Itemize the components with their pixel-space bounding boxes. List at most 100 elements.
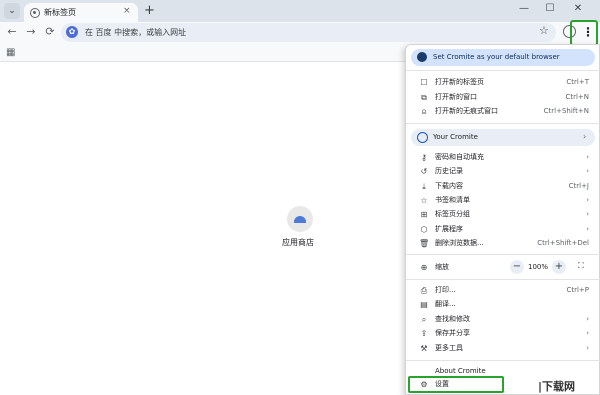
chevron-right-icon: › xyxy=(583,132,587,141)
web-store-icon[interactable] xyxy=(287,206,313,232)
close-icon[interactable]: × xyxy=(123,6,131,16)
zoom-out-button[interactable]: − xyxy=(510,260,524,274)
tab-search-button[interactable]: ⌄ xyxy=(4,3,20,19)
maximize-button[interactable]: ☐ xyxy=(540,3,560,14)
avatar-icon xyxy=(417,132,428,143)
menu-item-shortcut: Ctrl+J xyxy=(568,182,589,190)
divider xyxy=(406,70,600,71)
menu-item-translate[interactable]: ▤ 翻译... xyxy=(406,298,600,311)
menu-item-label: 翻译... xyxy=(435,300,456,308)
your-cromite-label: Your Cromite xyxy=(433,133,478,141)
chevron-right-icon: › xyxy=(586,167,589,175)
trash-icon: 🗑 xyxy=(419,239,430,248)
menu-item-label: 查找和修改 xyxy=(435,315,470,323)
find-icon: ⌕ xyxy=(421,315,427,324)
search-engine-icon: ✿ xyxy=(66,26,78,38)
menu-item-zoom: ⊕ 缩放 xyxy=(406,261,600,274)
menu-item-clear-data[interactable]: 🗑 删除浏览数据... Ctrl+Shift+Del xyxy=(406,237,600,250)
menu-item-label: 密码和自动填充 xyxy=(435,153,484,161)
browser-icon xyxy=(417,52,427,62)
minimize-button[interactable]: — xyxy=(514,3,534,14)
divider xyxy=(406,360,600,361)
menu-item-label: 扩展程序 xyxy=(435,225,463,233)
new-window-icon: ⧉ xyxy=(421,93,427,102)
omnibox[interactable]: ✿ 在 百度 中搜索，或输入网址 ☆ xyxy=(61,23,556,42)
chevron-right-icon: › xyxy=(586,329,589,337)
menu-item-downloads[interactable]: ⤓ 下载内容 Ctrl+J xyxy=(406,180,600,193)
window-close-button[interactable]: ✕ xyxy=(568,3,588,14)
menu-item-label: 更多工具 xyxy=(435,344,463,352)
chevron-right-icon: › xyxy=(586,315,589,323)
print-icon: ⎙ xyxy=(420,286,428,295)
chevron-right-icon: › xyxy=(586,153,589,161)
download-icon: ⤓ xyxy=(422,182,426,191)
tab-new-tab[interactable]: 新标签页 × xyxy=(24,3,138,22)
reload-icon[interactable]: ⟳ xyxy=(43,25,57,38)
menu-button[interactable]: ⋮ xyxy=(582,25,594,39)
settings-highlight xyxy=(408,376,504,393)
menu-item-new-tab[interactable]: ☐ 打开新的标签页 Ctrl+T xyxy=(406,76,600,89)
back-icon[interactable]: ← xyxy=(5,25,19,38)
chevron-right-icon: › xyxy=(586,344,589,352)
fullscreen-icon[interactable]: ⛶ xyxy=(578,261,584,271)
tab-strip: ⌄ 新标签页 × + — ☐ ✕ xyxy=(0,0,600,22)
menu-item-print[interactable]: ⎙ 打印... Ctrl+P xyxy=(406,284,600,297)
menu-item-passwords[interactable]: ⚷ 密码和自动填充 › xyxy=(406,151,600,164)
forward-icon[interactable]: → xyxy=(24,25,38,38)
bookmark-star-icon[interactable]: ☆ xyxy=(539,24,549,37)
divider xyxy=(406,254,600,255)
chrome-icon xyxy=(30,8,40,18)
set-default-browser-label: Set Cromite as your default browser xyxy=(433,53,560,61)
toolbar: ← → ⟳ ✿ 在 百度 中搜索，或输入网址 ☆ xyxy=(0,22,600,44)
menu-item-label: 保存并分享 xyxy=(435,329,470,337)
zoom-level: 100% xyxy=(528,263,549,271)
menu-item-incognito[interactable]: ⍝ 打开新的无痕式窗口 Ctrl+Shift+N xyxy=(406,105,600,118)
menu-item-shortcut: Ctrl+P xyxy=(566,286,589,294)
web-store-label[interactable]: 应用商店 xyxy=(282,237,314,248)
menu-item-extensions[interactable]: ⬡ 扩展程序 › xyxy=(406,223,600,236)
divider xyxy=(406,279,600,280)
set-default-browser-button[interactable]: Set Cromite as your default browser xyxy=(411,49,595,66)
menu-item-label: 打开新的标签页 xyxy=(435,78,484,86)
app-menu: Set Cromite as your default browser ☐ 打开… xyxy=(405,44,600,395)
tools-icon: ⚒ xyxy=(420,344,428,353)
watermark: |下载网 xyxy=(538,380,576,393)
star-icon: ☆ xyxy=(420,196,428,205)
menu-item-shortcut: Ctrl+Shift+N xyxy=(543,107,589,115)
extension-icon: ⬡ xyxy=(420,225,428,234)
tab-groups-icon: ⊞ xyxy=(420,210,428,219)
menu-item-label: 历史记录 xyxy=(435,167,463,175)
history-icon: ↺ xyxy=(420,167,428,176)
menu-item-save-share[interactable]: ⇪ 保存并分享 › xyxy=(406,327,600,340)
new-tab-button[interactable]: + xyxy=(144,3,155,19)
chevron-right-icon: › xyxy=(586,196,589,204)
menu-item-label: 书签和清单 xyxy=(435,196,470,204)
omnibox-placeholder[interactable]: 在 百度 中搜索，或输入网址 xyxy=(85,27,186,38)
menu-item-label: 删除浏览数据... xyxy=(435,239,484,247)
menu-item-more-tools[interactable]: ⚒ 更多工具 › xyxy=(406,342,600,355)
zoom-icon: ⊕ xyxy=(420,263,428,272)
menu-item-label: 下载内容 xyxy=(435,182,463,190)
your-cromite-button[interactable]: Your Cromite › xyxy=(411,129,595,146)
incognito-icon: ⍝ xyxy=(421,107,427,116)
menu-item-tab-groups[interactable]: ⊞ 标签页分组 › xyxy=(406,208,600,221)
chevron-right-icon: › xyxy=(586,225,589,233)
menu-item-shortcut: Ctrl+N xyxy=(565,93,589,101)
menu-item-label: 标签页分组 xyxy=(435,210,470,218)
apps-icon[interactable]: ▦ xyxy=(6,47,15,58)
chevron-right-icon: › xyxy=(586,210,589,218)
share-icon: ⇪ xyxy=(420,329,428,338)
menu-item-new-window[interactable]: ⧉ 打开新的窗口 Ctrl+N xyxy=(406,91,600,104)
divider xyxy=(406,123,600,124)
menu-item-bookmarks[interactable]: ☆ 书签和清单 › xyxy=(406,194,600,207)
menu-item-label: 打印... xyxy=(435,286,456,294)
new-tab-icon: ☐ xyxy=(420,78,428,87)
menu-item-label: 打开新的无痕式窗口 xyxy=(435,107,498,115)
menu-item-history[interactable]: ↺ 历史记录 › xyxy=(406,165,600,178)
menu-item-shortcut: Ctrl+T xyxy=(566,78,589,86)
translate-icon: ▤ xyxy=(420,300,428,309)
menu-item-find-edit[interactable]: ⌕ 查找和修改 › xyxy=(406,313,600,326)
menu-item-label: 打开新的窗口 xyxy=(435,93,477,101)
menu-item-shortcut: Ctrl+Shift+Del xyxy=(537,239,589,247)
zoom-in-button[interactable]: + xyxy=(552,260,566,274)
